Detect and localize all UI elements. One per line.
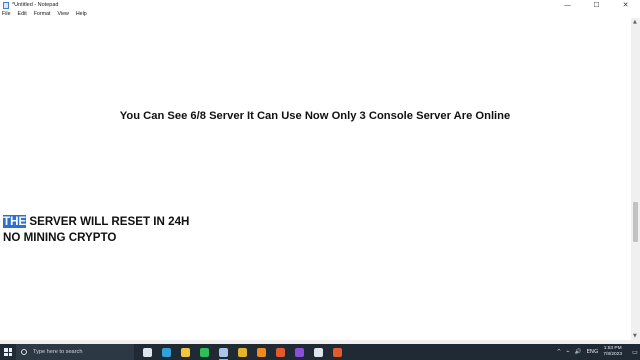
scroll-up-arrow-icon[interactable]: ▲ bbox=[633, 19, 637, 25]
taskbar: Type here to search bbox=[0, 344, 640, 360]
edge-icon-glyph bbox=[162, 347, 171, 357]
vlc-icon[interactable] bbox=[252, 344, 271, 360]
start-button[interactable] bbox=[0, 344, 16, 360]
screen-recorder-icon[interactable] bbox=[309, 344, 328, 360]
menu-bar: File Edit Format View Help bbox=[0, 10, 640, 18]
notepad-app-icon bbox=[3, 1, 9, 9]
menu-edit[interactable]: Edit bbox=[18, 10, 27, 18]
brave-icon-glyph bbox=[276, 347, 285, 357]
brave-browser-icon-glyph bbox=[333, 347, 342, 357]
search-icon bbox=[21, 349, 27, 355]
maximize-button[interactable]: ☐ bbox=[582, 0, 611, 10]
menu-format[interactable]: Format bbox=[34, 10, 51, 18]
vlc-icon-glyph bbox=[257, 347, 266, 357]
window-controls: — ☐ ✕ bbox=[553, 0, 640, 10]
notepad-window: *Untitled - Notepad — ☐ ✕ File Edit Form… bbox=[0, 0, 640, 344]
language-indicator[interactable]: ENG bbox=[586, 349, 598, 355]
title-bar: *Untitled - Notepad — ☐ ✕ bbox=[0, 0, 640, 10]
selected-text: THE bbox=[3, 215, 27, 228]
scroll-thumb[interactable] bbox=[633, 201, 638, 242]
brave-browser-icon[interactable] bbox=[328, 344, 347, 360]
file-explorer-icon-glyph bbox=[181, 347, 190, 357]
notepad-icon[interactable] bbox=[214, 344, 233, 360]
whatsapp-icon-glyph bbox=[200, 347, 209, 357]
clock-date: 7/8/2023 bbox=[603, 352, 622, 357]
media-player-icon[interactable] bbox=[290, 344, 309, 360]
text-editor-area[interactable]: You Can See 6/8 Server It Can Use Now On… bbox=[0, 18, 631, 340]
edge-icon[interactable] bbox=[157, 344, 176, 360]
window-title: *Untitled - Notepad bbox=[12, 2, 59, 8]
menu-file[interactable]: File bbox=[2, 10, 11, 18]
text-line-2: THE SERVER WILL RESET IN 24H bbox=[3, 215, 189, 229]
chrome-icon[interactable] bbox=[233, 344, 252, 360]
text-line-2-rest: SERVER WILL RESET IN 24H bbox=[26, 215, 190, 228]
clock[interactable]: 1:53 PM 7/8/2023 bbox=[603, 346, 622, 358]
minimize-button[interactable]: — bbox=[553, 0, 582, 10]
task-view-icon-glyph bbox=[143, 347, 152, 357]
taskbar-pinned-apps bbox=[138, 344, 347, 360]
notification-icon[interactable]: ▭ bbox=[630, 344, 640, 360]
screen-recorder-icon-glyph bbox=[314, 347, 323, 357]
search-placeholder: Type here to search bbox=[33, 349, 83, 355]
task-view-icon[interactable] bbox=[138, 344, 157, 360]
tray-overflow-chevron-icon[interactable]: ^ bbox=[557, 349, 562, 355]
network-icon[interactable]: ⌁ bbox=[566, 349, 569, 355]
chrome-icon-glyph bbox=[238, 347, 247, 357]
text-line-1: You Can See 6/8 Server It Can Use Now On… bbox=[119, 110, 511, 122]
system-tray: ^ ⌁ 🔊 ENG 1:53 PM 7/8/2023 ▭ bbox=[557, 344, 640, 360]
notepad-icon-glyph bbox=[219, 347, 228, 357]
windows-logo-icon bbox=[4, 348, 12, 356]
taskbar-search-box[interactable]: Type here to search bbox=[16, 344, 134, 360]
brave-icon[interactable] bbox=[271, 344, 290, 360]
menu-help[interactable]: Help bbox=[76, 10, 87, 18]
whatsapp-icon[interactable] bbox=[195, 344, 214, 360]
scroll-down-arrow-icon[interactable]: ▼ bbox=[633, 333, 637, 339]
vertical-scrollbar[interactable]: ▲ ▼ bbox=[631, 18, 640, 340]
volume-icon[interactable]: 🔊 bbox=[575, 349, 582, 355]
menu-view[interactable]: View bbox=[57, 10, 68, 18]
text-line-3: NO MINING CRYPTO bbox=[3, 231, 117, 244]
file-explorer-icon[interactable] bbox=[176, 344, 195, 360]
media-player-icon-glyph bbox=[295, 347, 304, 357]
close-button[interactable]: ✕ bbox=[611, 0, 640, 10]
